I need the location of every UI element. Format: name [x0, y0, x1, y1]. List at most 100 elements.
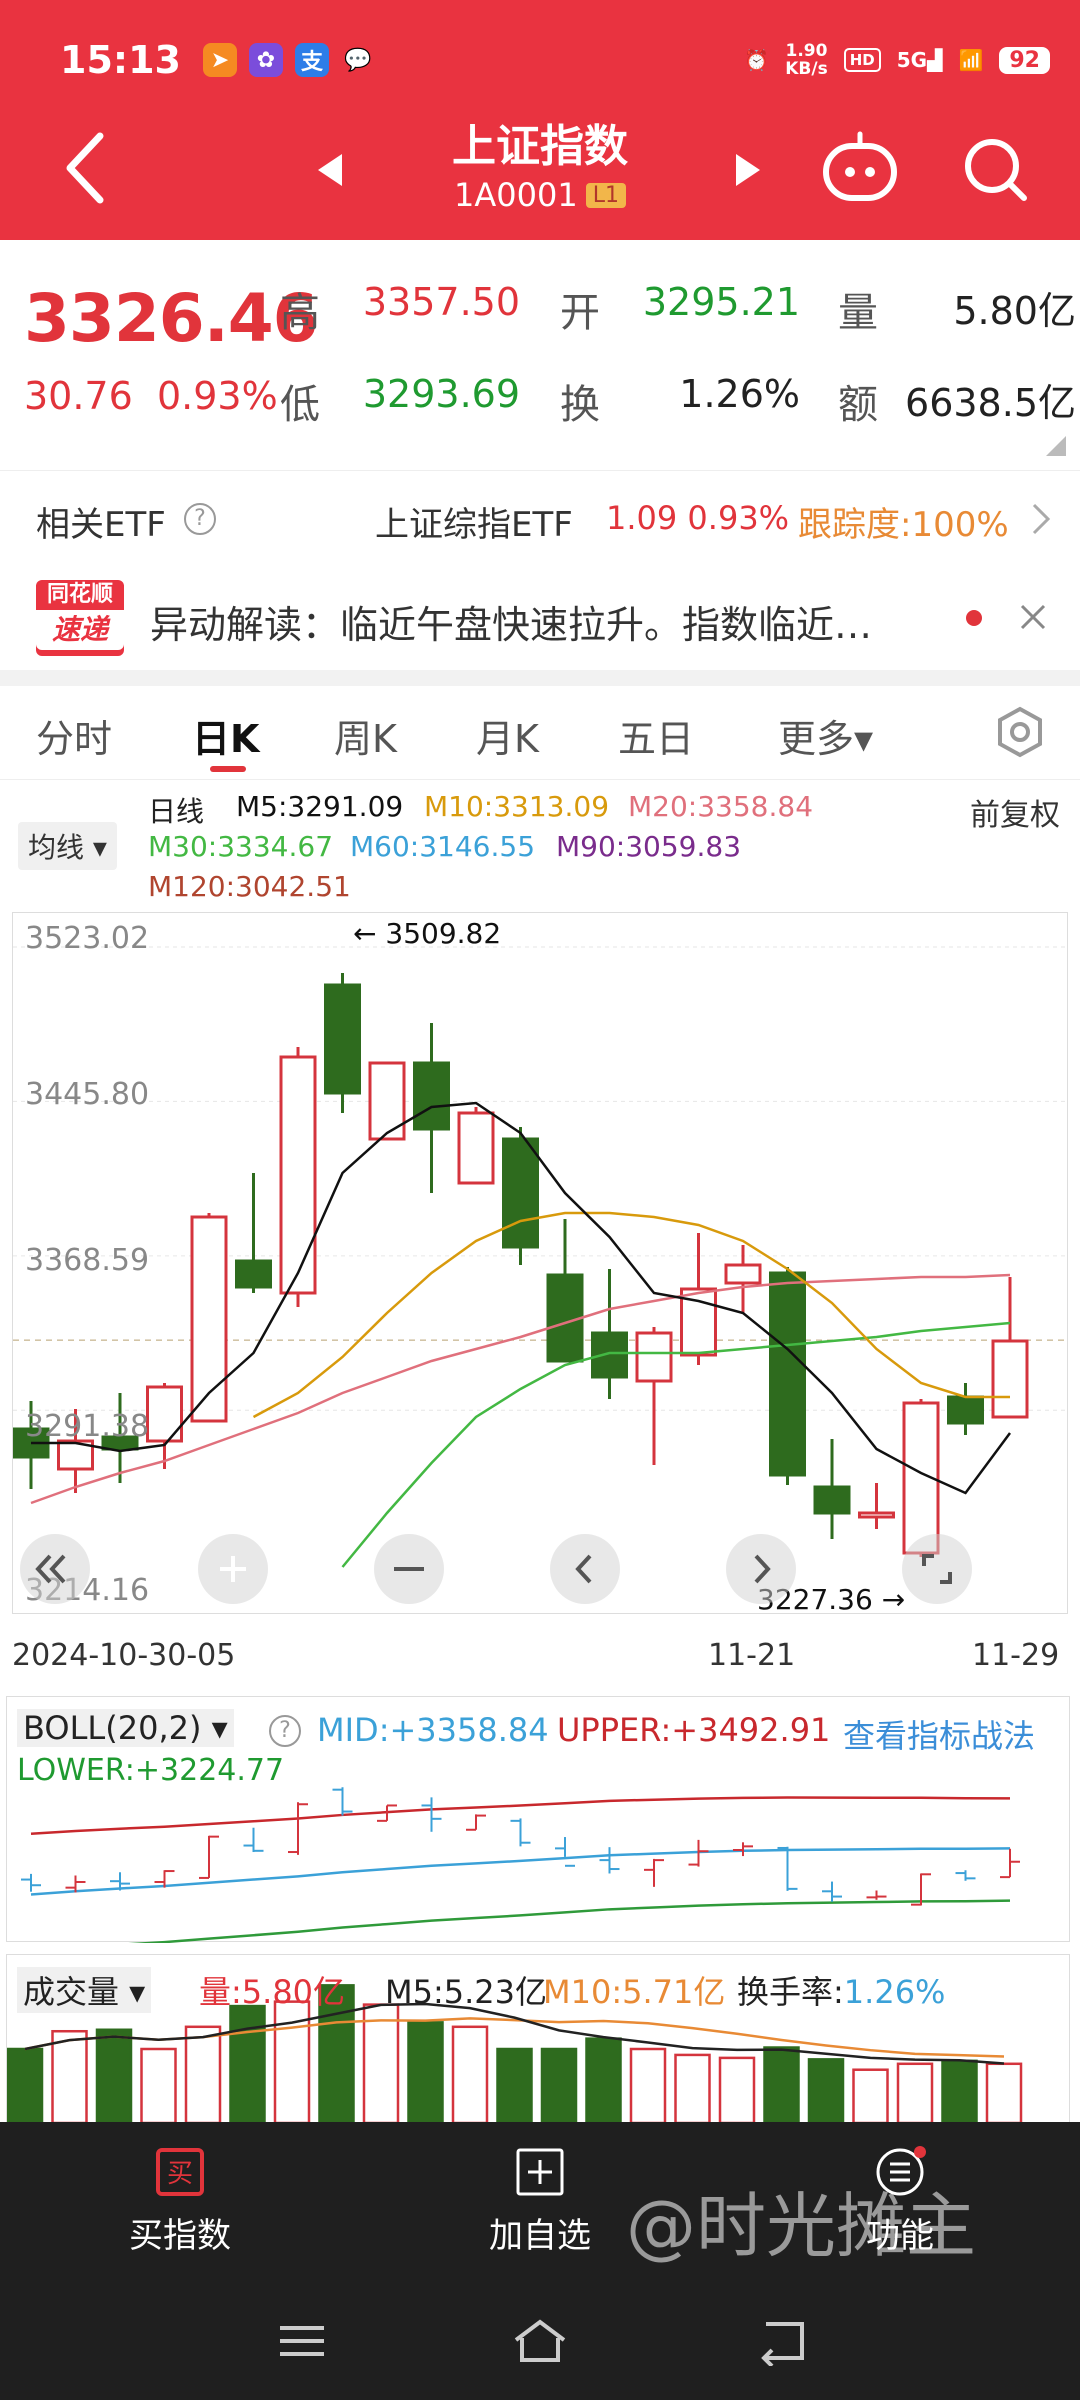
- divider: [0, 670, 1080, 686]
- low-label: 低: [280, 382, 320, 428]
- back-nav-icon[interactable]: [752, 2316, 812, 2366]
- high-label: 高: [280, 290, 320, 336]
- volume-bar: [496, 2047, 533, 2123]
- volume-bar: [852, 2068, 889, 2123]
- fullscreen-button[interactable]: [902, 1534, 972, 1604]
- low-value: 3293.69: [362, 372, 520, 416]
- x-axis-label: 11-29: [972, 1638, 1060, 1673]
- status-time: 15:13: [60, 38, 181, 82]
- boll-indicator-panel[interactable]: BOLL(20,2) ▾ ? MID:+3358.84 UPPER:+3492.…: [6, 1696, 1070, 1943]
- alarm-icon: ⏰: [744, 48, 770, 72]
- volume-bar: [674, 2053, 711, 2123]
- volume-bar: [7, 2047, 44, 2123]
- tab-weekly-k[interactable]: 周K: [334, 708, 397, 763]
- app-notification-icon: ✿: [248, 43, 283, 77]
- adjust-selector[interactable]: 前复权: [970, 790, 1060, 834]
- candlestick-svg: [13, 946, 1069, 1568]
- tab-more[interactable]: 更多▾: [778, 708, 873, 763]
- ma10-value: M10:3313.09: [424, 790, 610, 823]
- volume-bar: [229, 2004, 266, 2123]
- open-value: 3295.21: [642, 280, 800, 324]
- volume-bar: [184, 2025, 222, 2123]
- quote-panel: 3326.46 30.76 0.93% 高 3357.50 开 3295.21 …: [0, 240, 1080, 470]
- candle-body: [947, 1395, 984, 1425]
- volume-bar: [941, 2059, 978, 2123]
- candle-body: [991, 1339, 1029, 1419]
- candlestick-chart[interactable]: 3523.02 3445.80 3368.59 3291.38 3214.16 …: [12, 912, 1069, 1616]
- boll-lower: LOWER:+3224.77: [17, 1753, 285, 1788]
- etf-value: 1.09 0.93%: [606, 499, 790, 537]
- ma90-value: M90:3059.83: [556, 830, 742, 863]
- volume-bar: [362, 2003, 400, 2123]
- news-text[interactable]: 异动解读：临近午盘快速拉升。指数临近…: [150, 594, 950, 649]
- scroll-left-button[interactable]: [550, 1534, 620, 1604]
- ma60-value: M60:3146.55: [350, 830, 536, 863]
- volume-value: 量:5.80亿: [199, 1973, 346, 2011]
- recent-apps-icon[interactable]: [272, 2316, 332, 2366]
- zoom-in-button[interactable]: [198, 1534, 268, 1604]
- volume-bar: [451, 2025, 489, 2123]
- volume-bar: [540, 2047, 578, 2123]
- boll-selector[interactable]: BOLL(20,2) ▾: [17, 1709, 234, 1747]
- news-ticker[interactable]: 同花顺 速递 异动解读：临近午盘快速拉升。指数临近…: [0, 566, 1080, 670]
- next-index-icon[interactable]: [726, 150, 766, 190]
- home-icon[interactable]: [510, 2316, 570, 2366]
- etf-name: 上证综指ETF: [375, 505, 573, 545]
- candle-body: [769, 1271, 806, 1477]
- volume-bar: [718, 2056, 756, 2123]
- robot-assistant-icon[interactable]: [820, 130, 900, 206]
- candle-body: [813, 1485, 851, 1515]
- page-title: 上证指数: [452, 121, 628, 172]
- add-icon: [516, 2148, 564, 2196]
- volume-bar: [985, 2062, 1023, 2123]
- zoom-out-button[interactable]: [374, 1534, 444, 1604]
- help-icon[interactable]: ?: [184, 503, 216, 535]
- active-tab-indicator: [210, 766, 246, 772]
- volume-bar: [140, 2047, 177, 2123]
- turnover-value: 1.26%: [679, 372, 800, 416]
- current-price: 3326.46: [24, 280, 319, 357]
- back-icon[interactable]: [60, 128, 120, 208]
- help-icon[interactable]: ?: [269, 1715, 301, 1747]
- zoom-out-fast-button[interactable]: [20, 1534, 90, 1604]
- scroll-right-button[interactable]: [726, 1534, 796, 1604]
- status-bar: 15:13 ➤ ✿ 支 💬 ⏰ 1.90 KB/s HD 5G▟ 📶 92: [60, 28, 1050, 92]
- app-notification-icon: ➤: [202, 43, 237, 77]
- indicator-strategy-link[interactable]: 查看指标战法: [843, 1711, 1035, 1757]
- y-axis-label: 3291.38: [25, 1409, 150, 1444]
- volume-bar: [763, 2046, 800, 2123]
- search-icon[interactable]: [960, 134, 1030, 204]
- buy-index-button[interactable]: 买 买指数: [80, 2146, 280, 2257]
- ma20-value: M20:3358.84: [628, 790, 814, 823]
- volume-ma5: M5:5.23亿: [385, 1973, 548, 2011]
- prev-index-icon[interactable]: [312, 150, 352, 190]
- tab-monthly-k[interactable]: 月K: [476, 708, 539, 763]
- close-icon[interactable]: [1016, 600, 1050, 634]
- related-etf-row[interactable]: 相关ETF ? 上证综指ETF 1.09 0.93% 跟踪度:100%: [0, 470, 1080, 566]
- settings-icon[interactable]: [994, 706, 1046, 758]
- level-badge: L1: [585, 183, 626, 208]
- volume-bar: [95, 2028, 133, 2123]
- ma-selector[interactable]: 均线 ▾: [18, 822, 117, 870]
- tab-intraday[interactable]: 分时: [36, 708, 112, 763]
- candle-body: [502, 1137, 539, 1249]
- boll-lower-line: [128, 1899, 1011, 1943]
- expand-icon[interactable]: [1046, 436, 1066, 456]
- message-icon: 💬: [344, 47, 372, 73]
- volume-panel[interactable]: 成交量 ▾ 量:5.80亿 M5:5.23亿 M10:5.71亿 换手率:1.2…: [6, 1954, 1070, 2123]
- turnover-rate: 换手率:1.26%: [737, 1973, 946, 2011]
- header-bar: 15:13 ➤ ✿ 支 💬 ⏰ 1.90 KB/s HD 5G▟ 📶 92 上证指…: [0, 0, 1080, 240]
- chevron-right-icon[interactable]: [1026, 501, 1056, 537]
- y-axis-label: 3523.02: [25, 921, 150, 956]
- x-axis-label: 2024-10-30-05: [12, 1638, 236, 1673]
- tab-five-day[interactable]: 五日: [618, 708, 694, 763]
- tab-daily-k[interactable]: 日K: [192, 708, 259, 763]
- add-watchlist-button[interactable]: 加自选: [440, 2146, 640, 2257]
- volume-ma10: M10:5.71亿: [543, 1973, 726, 2011]
- volume-selector[interactable]: 成交量 ▾: [17, 1967, 152, 2013]
- news-logo: 同花顺 速递: [36, 580, 124, 656]
- network-speed: 1.90 KB/s: [785, 41, 828, 79]
- volume-bar: [407, 2021, 444, 2123]
- ma10-line: [252, 1211, 1010, 1419]
- ma-legend: 均线 ▾ 日线 M5:3291.09 M10:3313.09 M20:3358.…: [0, 780, 1080, 908]
